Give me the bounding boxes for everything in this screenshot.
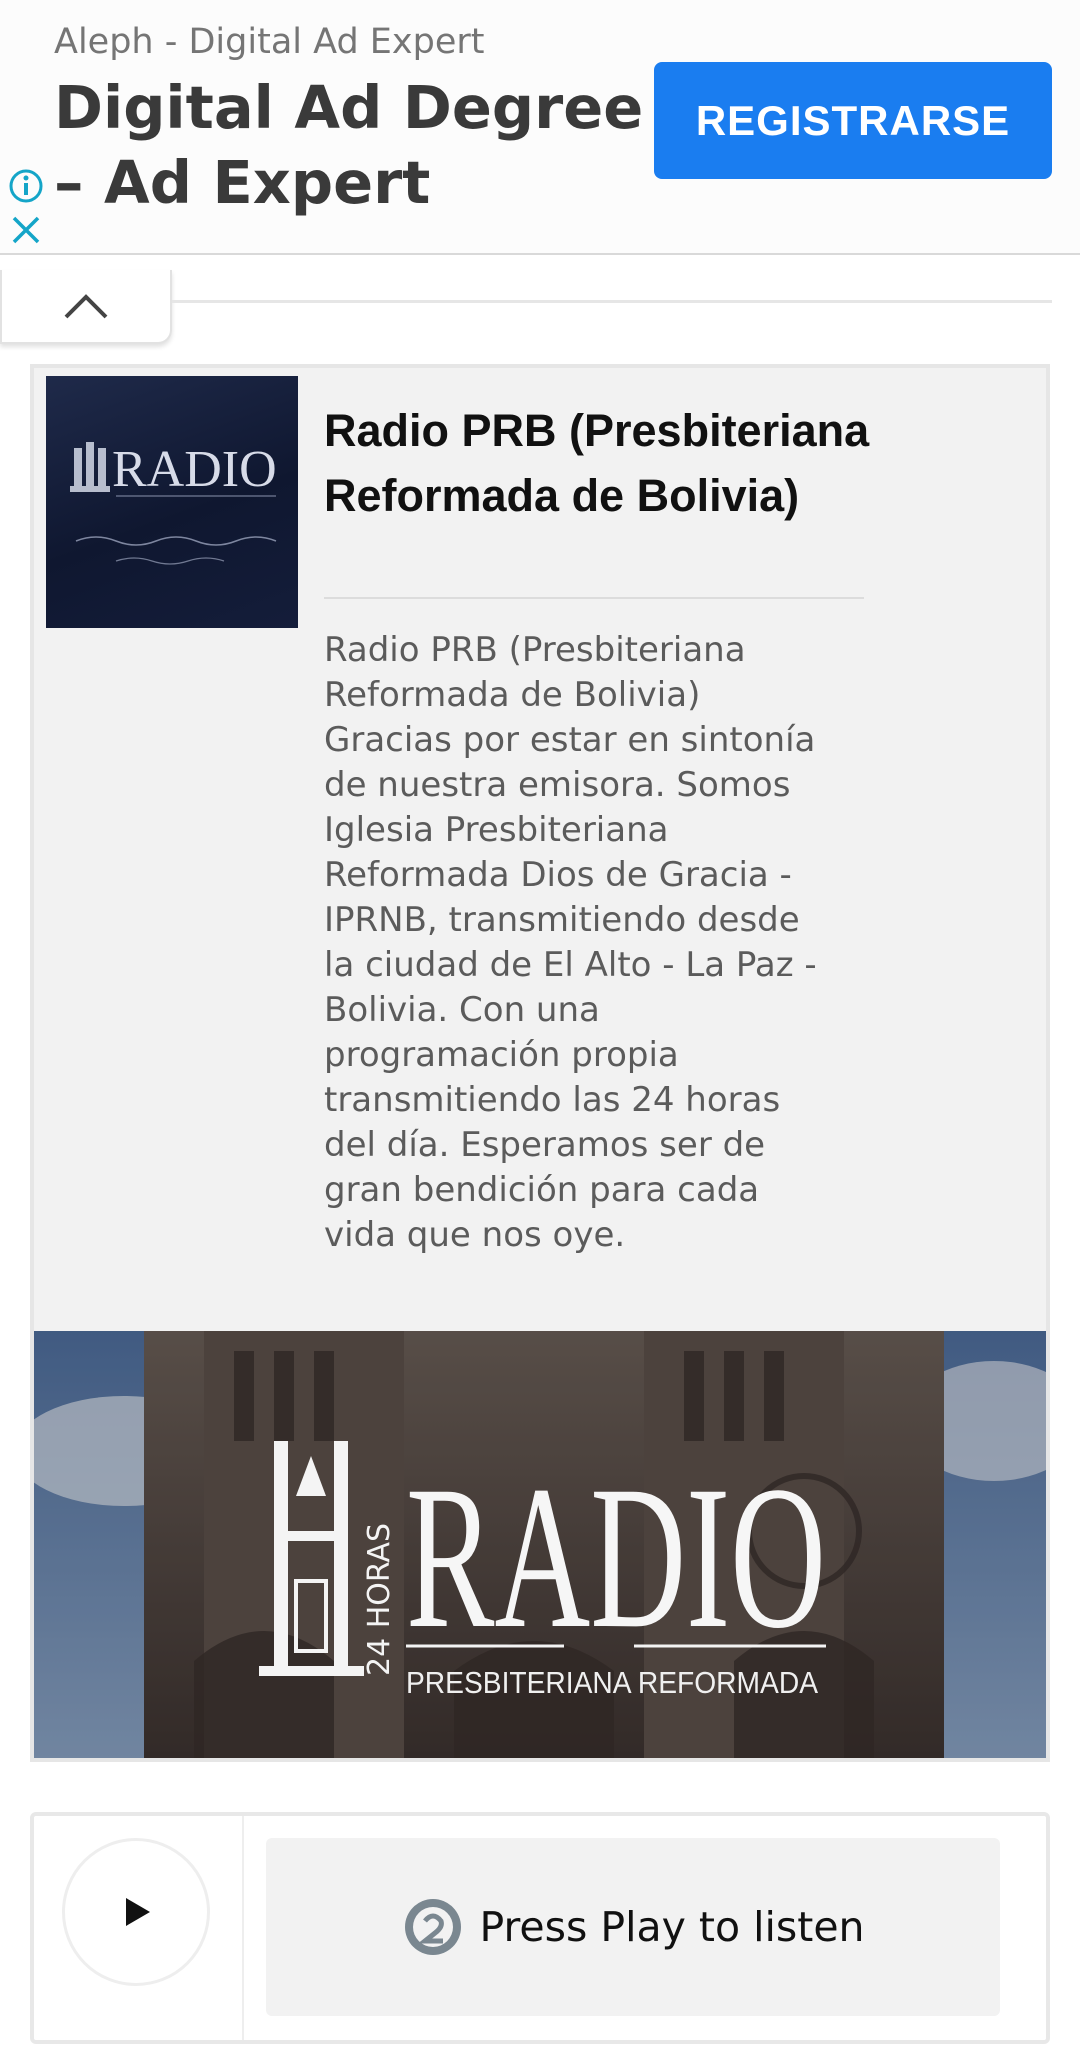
station-banner-image: 24 HORAS RADIO PRESBITERIANA REFORMADA [34, 1331, 1046, 1758]
register-button[interactable]: REGISTRARSE [654, 62, 1052, 179]
station-logo-text: RADIO [112, 441, 277, 498]
name-divider [324, 597, 864, 599]
station-name: Radio PRB (Presbiteriana Reformada de Bo… [324, 405, 870, 521]
ad-advertiser: Aleph - Digital Ad Expert [54, 22, 485, 62]
player-divider [242, 1816, 244, 2040]
chevron-up-icon [64, 294, 108, 319]
station-card: RADIO Radio PRB (Presbiteriana Reformada… [30, 364, 1050, 1762]
banner-subtitle: PRESBITERIANA REFORMADA [406, 1665, 818, 1700]
collapse-ad-button[interactable] [0, 270, 172, 344]
play-icon [126, 1898, 150, 1926]
info-icon[interactable] [8, 168, 44, 204]
ad-headline[interactable]: Digital Ad Degree – Ad Expert [54, 70, 654, 220]
collapse-divider [172, 300, 1052, 303]
banner-vertical-label: 24 HORAS [362, 1523, 397, 1676]
station-logo: RADIO [46, 376, 298, 628]
status-text: Press Play to listen [479, 1903, 865, 1951]
banner-title: RADIO [406, 1444, 826, 1671]
ad-banner[interactable]: Aleph - Digital Ad Expert Digital Ad Deg… [0, 0, 1080, 255]
stream-logo-icon [405, 1899, 462, 1955]
player-status: Press Play to listen [266, 1838, 1000, 2016]
station-description: Radio PRB (Presbiteriana Reformada de Bo… [324, 630, 817, 1255]
play-button[interactable] [62, 1838, 210, 1986]
audio-player: Press Play to listen [30, 1812, 1050, 2044]
close-icon[interactable] [8, 212, 44, 248]
